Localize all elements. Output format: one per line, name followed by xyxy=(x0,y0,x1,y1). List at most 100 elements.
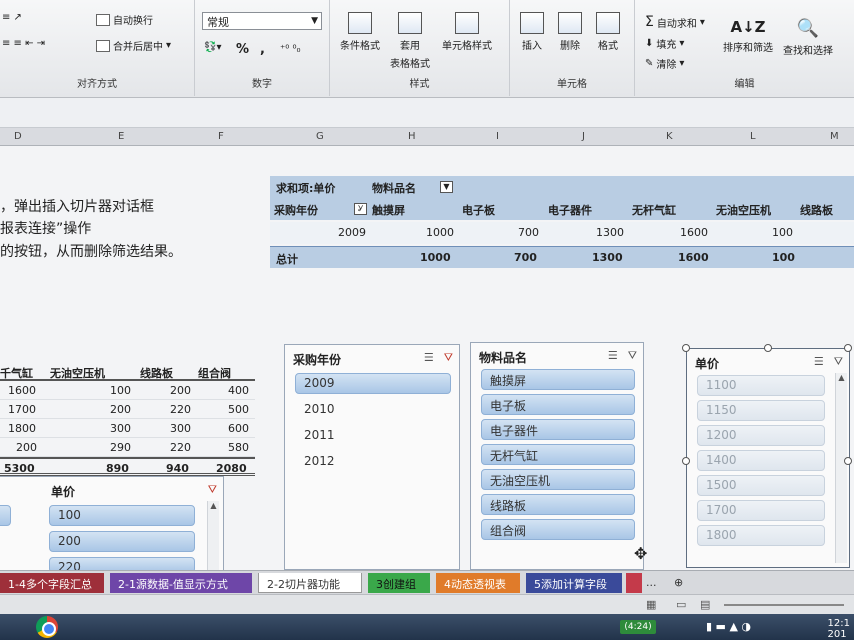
column-header[interactable]: E xyxy=(118,131,124,142)
slicer-item[interactable]: 1150 xyxy=(697,400,825,421)
column-header[interactable]: H xyxy=(408,131,416,142)
format-button[interactable]: 格式 xyxy=(596,12,620,52)
clock[interactable]: 12:1 201 xyxy=(828,618,850,640)
column-header[interactable]: L xyxy=(750,131,756,142)
slicer-year[interactable]: 采购年份 ☰ ⛛ 2009 2010 2011 2012 xyxy=(284,344,460,570)
slicer-item[interactable]: 1400 xyxy=(697,450,825,471)
orientation-button[interactable]: ≡ ↗ xyxy=(2,12,22,23)
multi-select-icon[interactable]: ☰ xyxy=(608,349,618,363)
currency-button[interactable]: 💱▾ xyxy=(204,42,221,53)
multi-select-icon[interactable]: ☰ xyxy=(424,351,434,365)
slicer-item[interactable]: 电子板 xyxy=(481,394,635,415)
formula-bar-area[interactable] xyxy=(0,98,854,128)
column-header[interactable]: G xyxy=(316,131,324,142)
resize-handle[interactable] xyxy=(764,344,772,352)
slicer-item-2011[interactable]: 2011 xyxy=(295,425,451,446)
pivot-column-row: 采购年份 Ỿ 触摸屏 电子板 电子器件 无杆气缸 无油空压机 线路板 xyxy=(270,198,854,220)
slicer-item-2012[interactable]: 2012 xyxy=(295,451,451,472)
sheet-tab[interactable]: 3创建组 xyxy=(368,573,430,593)
slicer-item[interactable]: 无油空压机 xyxy=(481,469,635,490)
instruction-text: ，弹出插入切片器对话框 xyxy=(0,199,154,215)
resize-handle[interactable] xyxy=(844,344,852,352)
insert-button[interactable]: 插入 xyxy=(520,12,544,52)
slicer-item[interactable]: 1800 xyxy=(697,525,825,546)
slicer-item-2009[interactable]: 2009 xyxy=(295,373,451,394)
row-filter-button[interactable]: Ỿ xyxy=(354,202,367,215)
worksheet[interactable]: ，弹出插入切片器对话框 报表连接”操作 的按钮，从而删除筛选结果。 求和项:单价… xyxy=(0,146,854,576)
indent-buttons[interactable]: ≡ ≡ ⇤ ⇥ xyxy=(2,38,45,49)
slicer-item[interactable]: 200 xyxy=(49,531,195,552)
scrollbar[interactable]: ▲ xyxy=(835,373,847,563)
slicer-item[interactable]: 组合阀 xyxy=(481,519,635,540)
column-filter-button[interactable]: ▼ xyxy=(440,180,453,193)
column-header[interactable]: K xyxy=(666,131,673,142)
column-header[interactable]: D xyxy=(14,131,22,142)
number-format-select[interactable]: 常规 ▼ xyxy=(202,12,322,30)
slicer-item[interactable]: 触摸屏 xyxy=(481,369,635,390)
more-tabs-button[interactable]: ... xyxy=(638,573,664,593)
pivot-value-label: 求和项:单价 xyxy=(276,182,336,195)
decimal-buttons[interactable]: ⁺⁰ ⁰₀ xyxy=(280,44,300,55)
conditional-format-button[interactable]: 条件格式 xyxy=(340,12,380,52)
fill-button[interactable]: ⬇ 填充 ▾ xyxy=(645,36,684,51)
table-row: 1700 200 220 500 xyxy=(0,400,255,419)
clear-button[interactable]: ✎ 清除 ▾ xyxy=(645,56,684,71)
battery-indicator: (4:24) xyxy=(620,620,656,634)
resize-handle[interactable] xyxy=(682,344,690,352)
slicer-item[interactable]: 1100 xyxy=(697,375,825,396)
slicer-item[interactable]: 1200 xyxy=(697,425,825,446)
chrome-icon[interactable] xyxy=(36,616,58,638)
pivot-total: 1000 xyxy=(420,251,451,264)
insert-icon xyxy=(520,12,544,34)
slicer-item[interactable]: 电子器件 xyxy=(481,419,635,440)
scrollbar[interactable]: ▲ xyxy=(207,501,219,571)
slicer-item[interactable]: 100 xyxy=(49,505,195,526)
resize-handle[interactable] xyxy=(682,457,690,465)
zoom-slider[interactable] xyxy=(724,604,844,606)
slicer-item-2010[interactable]: 2010 xyxy=(295,399,451,420)
column-header[interactable]: J xyxy=(582,131,585,142)
alignment-group-label: 对齐方式 xyxy=(77,79,117,90)
slicer-item[interactable]: 无杆气缸 xyxy=(481,444,635,465)
slicer-item[interactable] xyxy=(0,505,11,526)
plus-icon: ⊕ xyxy=(674,576,684,589)
delete-button[interactable]: 删除 xyxy=(558,12,582,52)
tray-icons[interactable]: ▮ ▬ ▲ ◑ xyxy=(706,620,751,633)
wrap-text-button[interactable]: 自动换行 xyxy=(96,12,153,27)
column-header[interactable]: I xyxy=(496,131,499,142)
page-layout-icon[interactable]: ▭ xyxy=(676,598,686,611)
autosum-button[interactable]: Σ 自动求和 ▾ xyxy=(645,14,705,30)
sort-filter-button[interactable]: A↓Z 排序和筛选 xyxy=(723,18,773,54)
column-header[interactable]: M xyxy=(830,131,839,142)
multi-select-icon[interactable]: ☰ xyxy=(814,355,824,369)
decimal-icon: ⁺⁰ ⁰₀ xyxy=(280,44,301,55)
slicer-price-small[interactable]: 单价 ⛛ 100 200 220 ▲ xyxy=(0,476,224,576)
format-as-table-button[interactable]: 套用 表格格式 xyxy=(390,12,430,70)
sheet-tab[interactable]: 4动态透视表 xyxy=(436,573,520,593)
cell-styles-button[interactable]: 单元格样式 xyxy=(442,12,492,52)
comma-button[interactable]: , xyxy=(260,42,265,57)
delete-icon xyxy=(558,12,582,34)
percent-button[interactable]: % xyxy=(236,42,249,57)
sheet-tab-active[interactable]: 2-2切片器功能 xyxy=(258,573,362,593)
sheet-tab[interactable]: 2-1源数据-值显示方式 xyxy=(110,573,252,593)
merge-center-button[interactable]: 合并后居中 ▾ xyxy=(96,38,171,53)
slicer-item[interactable]: 1500 xyxy=(697,475,825,496)
slicer-price[interactable]: 单价 ☰ ⛛ 1100 1150 1200 1400 1500 1700 1800… xyxy=(686,348,850,568)
column-header[interactable]: F xyxy=(218,131,224,142)
clear-filter-icon[interactable]: ⛛ xyxy=(208,483,217,497)
clear-filter-icon[interactable]: ⛛ xyxy=(628,349,637,363)
resize-handle[interactable] xyxy=(844,457,852,465)
sheet-tab[interactable]: 5添加计算字段 xyxy=(526,573,622,593)
pivot-cell: 1600 xyxy=(680,226,708,239)
slicer-material[interactable]: 物料品名 ☰ ⛛ 触摸屏 电子板 电子器件 无杆气缸 无油空压机 线路板 组合阀 xyxy=(470,342,644,570)
slicer-item[interactable]: 线路板 xyxy=(481,494,635,515)
sheet-tab[interactable]: 1-4多个字段汇总 xyxy=(0,573,104,593)
find-select-button[interactable]: 🔍 查找和选择 xyxy=(783,18,833,57)
slicer-item[interactable]: 1700 xyxy=(697,500,825,521)
normal-view-icon[interactable]: ▦ xyxy=(646,598,656,611)
new-sheet-button[interactable]: ⊕ xyxy=(666,573,686,593)
page-break-icon[interactable]: ▤ xyxy=(700,598,710,611)
clear-filter-icon[interactable]: ⛛ xyxy=(444,351,453,365)
clear-filter-icon[interactable]: ⛛ xyxy=(834,355,843,369)
